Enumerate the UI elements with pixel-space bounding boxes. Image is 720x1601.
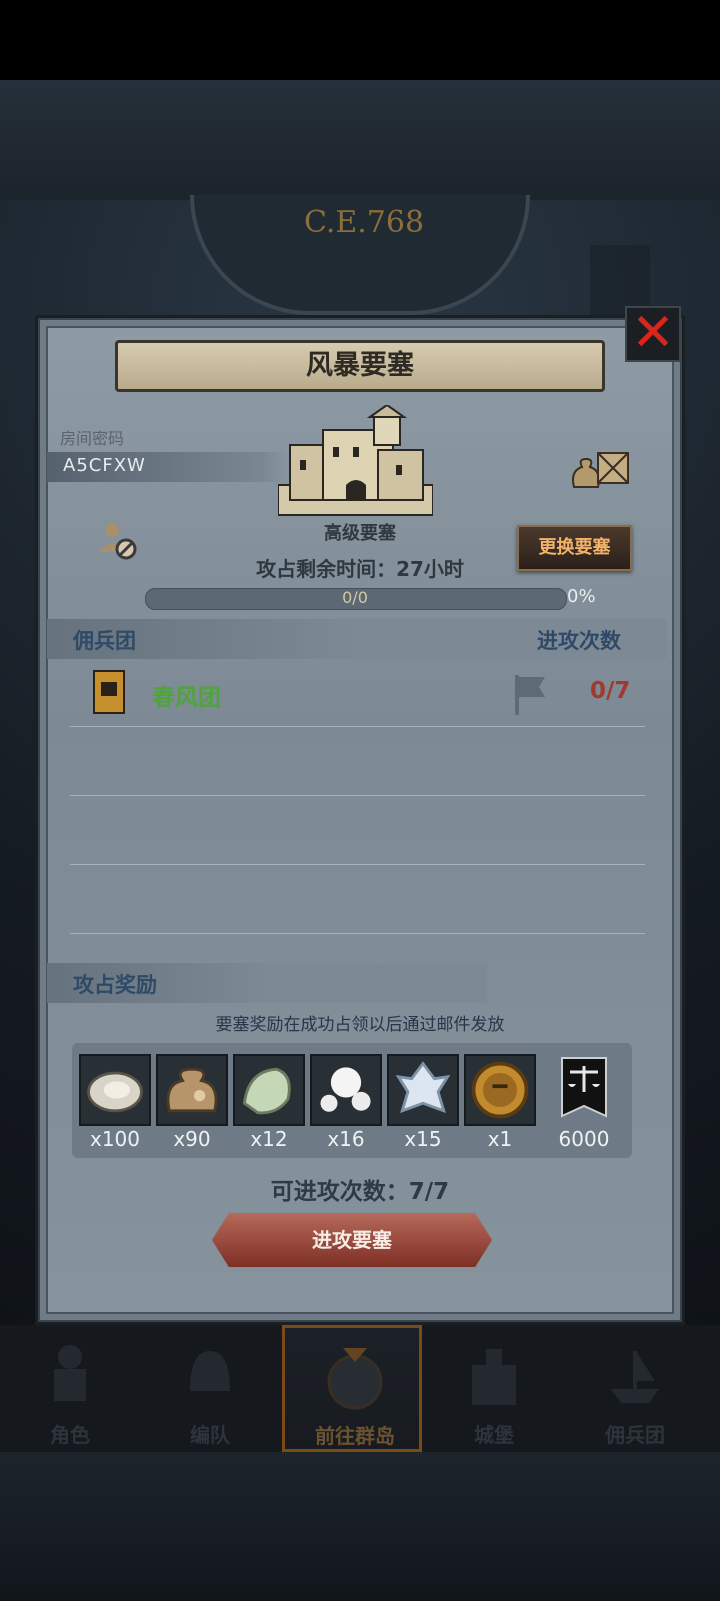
nav-item-castle[interactable]: 城堡 bbox=[424, 1325, 564, 1452]
nav-label: 城堡 bbox=[474, 1423, 514, 1447]
hide-member-icon[interactable] bbox=[95, 518, 141, 564]
guild-header: 佣兵团 bbox=[73, 629, 136, 653]
helmet-icon bbox=[180, 1341, 240, 1411]
oyster-icon[interactable] bbox=[79, 1054, 151, 1126]
bottom-nav: 角色 编队 前往群岛 城堡 佣兵团 bbox=[0, 1325, 720, 1452]
available-attacks: 可进攻次数：7/7 bbox=[270, 1179, 450, 1205]
close-icon: ✕ bbox=[631, 303, 675, 363]
compass-map-icon bbox=[325, 1344, 385, 1414]
reward-qty: x100 bbox=[89, 1127, 140, 1151]
guild-name[interactable]: 春风团 bbox=[152, 678, 221, 712]
background-header bbox=[0, 80, 720, 200]
row-divider bbox=[70, 795, 645, 796]
pale-stone-icon[interactable] bbox=[233, 1054, 305, 1126]
reward-qty: x1 bbox=[487, 1127, 513, 1151]
rewards-note: 要塞奖励在成功占领以后通过邮件发放 bbox=[215, 1015, 505, 1035]
nav-label: 佣兵团 bbox=[605, 1423, 665, 1447]
crystal-icon[interactable] bbox=[387, 1054, 459, 1126]
row-divider bbox=[70, 726, 645, 727]
nav-item-character[interactable]: 角色 bbox=[0, 1325, 140, 1452]
castle-icon bbox=[464, 1341, 524, 1411]
guild-emblem-icon bbox=[93, 670, 125, 714]
time-remaining: 攻占剩余时间：27小时 bbox=[256, 557, 464, 581]
close-button[interactable]: ✕ bbox=[625, 306, 681, 362]
nav-label: 前往群岛 bbox=[315, 1424, 395, 1448]
status-bar bbox=[0, 0, 720, 80]
room-code-label: 房间密码 bbox=[60, 429, 125, 448]
row-divider bbox=[70, 933, 645, 934]
bottom-shade bbox=[0, 1452, 720, 1601]
room-code[interactable]: A5CFXW bbox=[63, 455, 146, 476]
progress-percent: 0% bbox=[567, 586, 596, 607]
attacks-header: 进攻次数 bbox=[537, 629, 621, 653]
nav-label: 角色 bbox=[50, 1423, 90, 1447]
nav-item-formation[interactable]: 编队 bbox=[140, 1325, 280, 1452]
scales-banner-icon[interactable] bbox=[548, 1054, 620, 1126]
supply-bag-icon[interactable] bbox=[570, 445, 632, 490]
reward-qty: x12 bbox=[250, 1127, 288, 1151]
progress-text: 0/0 bbox=[342, 588, 368, 607]
rewards-header: 攻占奖励 bbox=[73, 973, 157, 997]
reward-qty: x15 bbox=[404, 1127, 442, 1151]
guild-ship-icon bbox=[605, 1341, 665, 1411]
guild-row[interactable] bbox=[47, 662, 657, 724]
row-divider bbox=[70, 864, 645, 865]
fortress-castle-icon bbox=[277, 403, 434, 517]
flag-icon bbox=[512, 673, 548, 715]
pearls-icon[interactable] bbox=[310, 1054, 382, 1126]
fortress-type: 高级要塞 bbox=[324, 523, 396, 544]
change-fortress-button[interactable]: 更换要塞 bbox=[517, 525, 632, 571]
reward-qty: 6000 bbox=[558, 1127, 610, 1151]
knight-medal-icon[interactable] bbox=[464, 1054, 536, 1126]
knight-icon bbox=[40, 1341, 100, 1411]
attack-fortress-button[interactable]: 进攻要塞 bbox=[212, 1213, 492, 1267]
sack-icon[interactable] bbox=[156, 1054, 228, 1126]
nav-item-guild[interactable]: 佣兵团 bbox=[565, 1325, 705, 1452]
guild-attacks: 0/7 bbox=[590, 678, 631, 704]
reward-qty: x16 bbox=[327, 1127, 365, 1151]
dialog-title: 风暴要塞 bbox=[115, 340, 605, 392]
nav-item-islands[interactable]: 前往群岛 bbox=[282, 1325, 422, 1452]
reward-qty: x90 bbox=[173, 1127, 211, 1151]
era-label: C.E.768 bbox=[303, 205, 425, 240]
nav-label: 编队 bbox=[190, 1423, 230, 1447]
